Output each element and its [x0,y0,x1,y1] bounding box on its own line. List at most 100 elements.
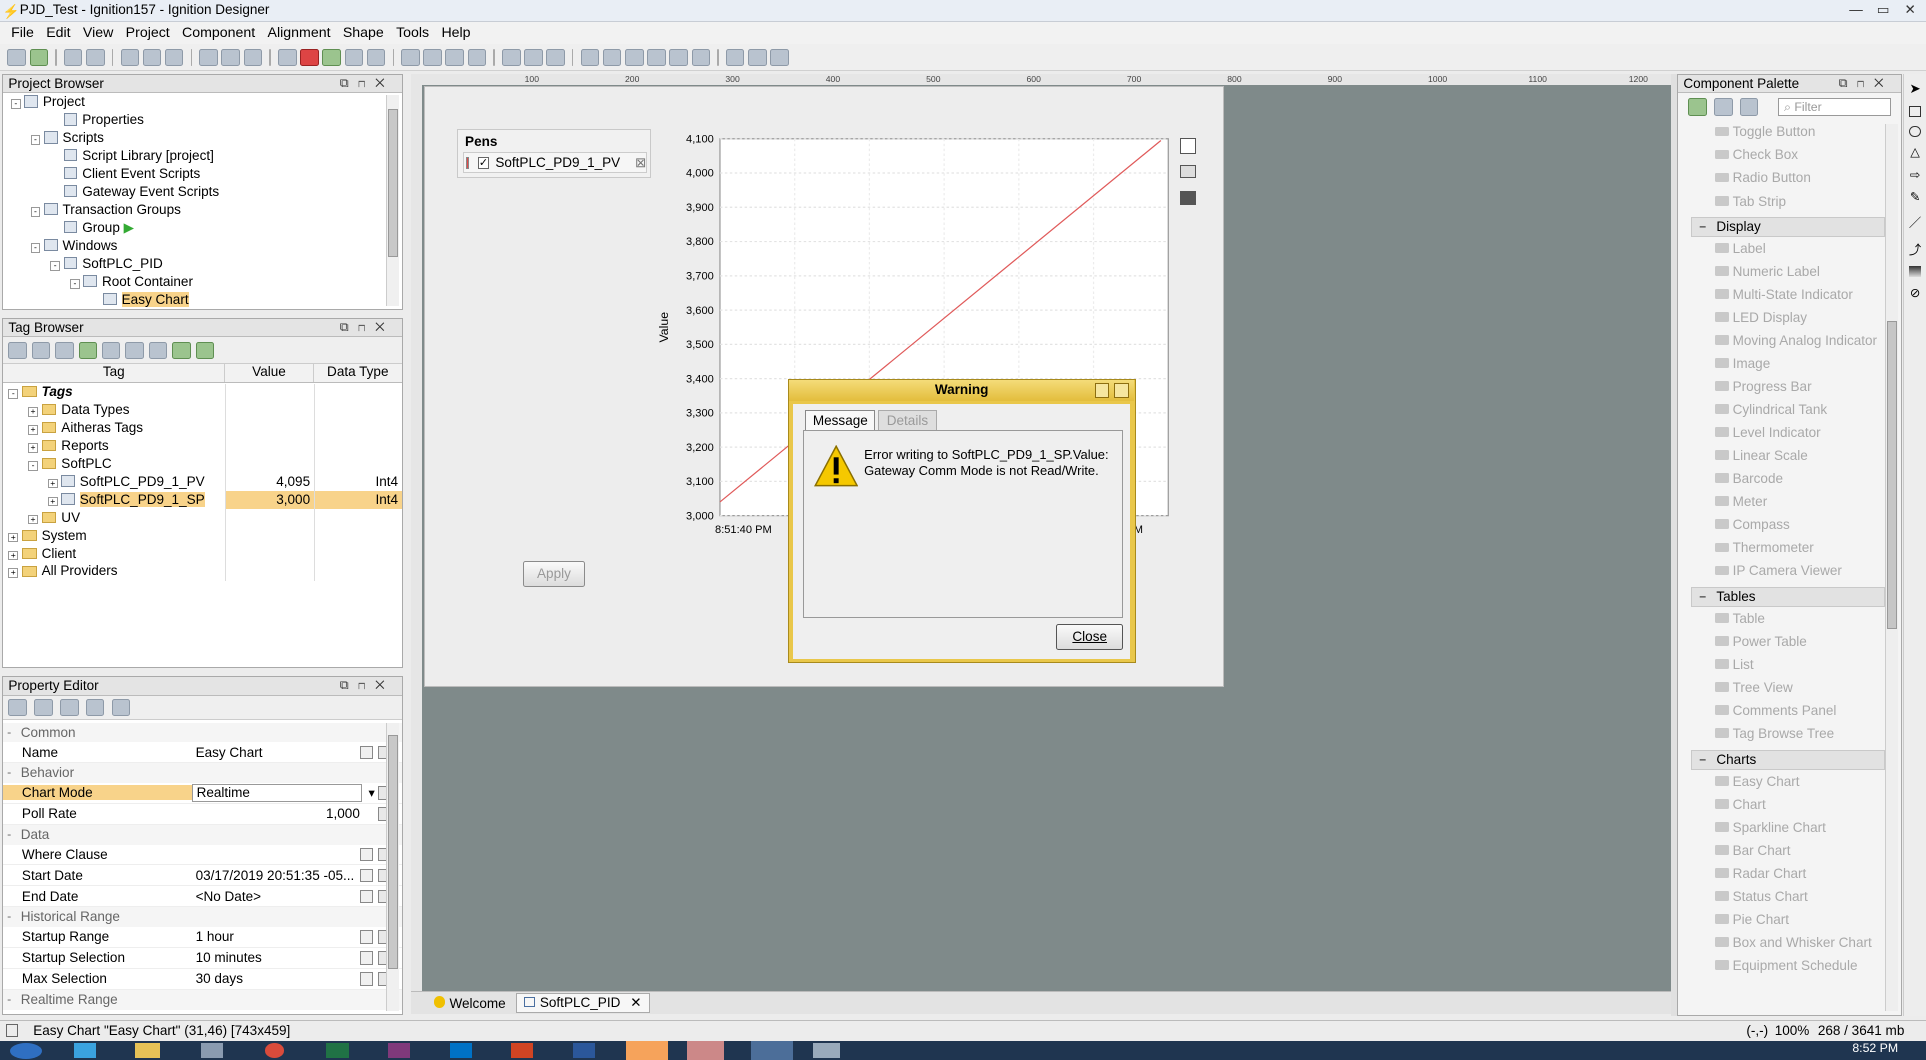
palette-item[interactable]: Sparkline Chart [1691,816,1886,839]
new-tag-icon[interactable] [78,341,98,359]
property-row[interactable]: Max Selection 30 days [3,969,402,990]
project-tree-item[interactable]: - Windows [3,237,401,255]
palette-item[interactable]: Box and Whisker Chart [1691,931,1886,954]
edit-tag-icon[interactable] [101,341,121,359]
chevron-down-icon[interactable]: ▾ [368,786,374,800]
outlook-icon[interactable] [449,1043,472,1058]
project-tree-item[interactable]: - Root Container [3,273,401,291]
property-value[interactable]: 1,000 [192,806,402,821]
palette-item[interactable]: Level Indicator [1691,421,1886,444]
palette-item[interactable]: Toggle Button [1691,120,1886,143]
project-tree-item[interactable]: Easy Chart [3,291,401,309]
arrow-tool-icon[interactable]: ⇨ [1910,168,1920,182]
media-icon[interactable] [200,1043,223,1058]
menu-alignment[interactable]: Alignment [261,25,336,41]
apply-button[interactable]: Apply [523,561,585,588]
sort-alpha-icon[interactable] [34,698,53,717]
export-icon[interactable] [195,341,214,359]
line-tool-icon[interactable]: ／ [1909,213,1921,231]
save-icon[interactable] [7,48,26,66]
palette-item[interactable]: Pie Chart [1691,908,1886,931]
property-row[interactable]: End Date <No Date> [3,886,402,908]
project-tree-item[interactable]: -Gateway Event Scripts [3,183,401,201]
palette-item[interactable]: Comments Panel [1691,699,1886,722]
reload-icon[interactable] [148,341,168,359]
paste-icon[interactable] [164,48,184,66]
pointer-tool-icon[interactable]: ➤ [1909,81,1920,97]
palette-mode-icon[interactable] [1688,98,1707,116]
tag-row[interactable]: + Reports [3,437,401,455]
tag-row[interactable]: + All Providers [3,562,401,580]
refresh-icon[interactable] [31,341,51,359]
eyedropper-tool-icon[interactable]: ⊘ [1910,286,1920,300]
zoom-chart-icon[interactable] [1179,137,1196,154]
expand-toggle-icon[interactable]: - [30,207,41,218]
property-row[interactable]: Startup Range 1 hour [3,927,402,948]
word-icon[interactable] [572,1043,595,1058]
edit-property-icon[interactable] [359,951,374,965]
panel-controls-icon[interactable]: ⧉⊓✕ [340,75,395,92]
align-bottom-icon[interactable] [691,48,711,66]
tag-row[interactable]: + System [3,527,401,545]
palette-item[interactable]: Check Box [1691,143,1886,166]
palette-item[interactable]: Meter [1691,490,1886,513]
group-icon[interactable] [344,48,363,66]
tag-row[interactable]: + Data Types [3,401,401,419]
gradient-tool-icon[interactable] [1909,266,1921,278]
window-icon[interactable] [278,48,297,66]
save-chart-icon[interactable] [1179,190,1196,206]
zoom-fit-icon[interactable] [546,48,565,66]
align-top-icon[interactable] [647,48,666,66]
tag-row[interactable]: - SoftPLC [3,455,401,473]
property-row[interactable]: Chart Mode Realtime ▾ [3,783,402,804]
ie-icon[interactable] [73,1043,97,1058]
property-row[interactable]: Startup Selection 10 minutes [3,948,402,969]
pen-visible-checkbox[interactable]: ✓ [477,156,490,169]
tag-row[interactable]: + Aitheras Tags [3,419,401,437]
project-tree-item[interactable]: - SoftPLC_PID [3,255,401,273]
preview-icon[interactable] [322,48,341,66]
palette-item[interactable]: Image [1691,352,1886,375]
project-tree-item[interactable]: -Script Library [project] [3,147,401,165]
rectangle-tool-icon[interactable] [1909,105,1921,117]
column-header-data-type[interactable]: Data Type [314,364,402,381]
comm-off-icon[interactable] [199,48,218,66]
ellipse-tool-icon[interactable] [1909,125,1921,137]
tag-row[interactable]: - Tags [3,383,401,401]
dialog-maximize-icon[interactable] [1114,382,1130,398]
customize-icon[interactable] [111,698,131,717]
expand-toggle-icon[interactable]: + [8,550,19,561]
align-center-icon[interactable] [602,48,622,66]
zoom-out-icon[interactable] [524,48,543,66]
project-tree-item[interactable]: - Scripts [3,129,401,147]
property-section[interactable]: Historical Range [3,907,402,928]
copy-icon[interactable] [142,48,162,66]
pen-remove-icon[interactable]: ⊠ [635,155,646,171]
panel-controls-icon[interactable]: ⧉⊓✕ [1839,75,1894,92]
tag-row[interactable]: + SoftPLC_PD9_1_PV 4,095 Int4 [3,473,401,491]
expand-toggle-icon[interactable]: + [28,442,38,453]
expand-toggle-icon[interactable]: + [47,496,58,507]
expand-toggle-icon[interactable]: - [10,99,21,110]
dialog-restore-icon[interactable] [1094,382,1110,398]
categorized-icon[interactable] [8,698,27,717]
select-icon[interactable] [401,48,420,66]
tab-details[interactable]: Details [877,409,937,431]
pencil-tool-icon[interactable]: ✎ [1910,190,1920,204]
project-tree-item[interactable]: -Group ▶ [3,219,401,237]
palette-item[interactable]: List [1691,653,1886,676]
palette-item[interactable]: Chart [1691,793,1886,816]
palette-item[interactable]: Cylindrical Tank [1691,398,1886,421]
expand-toggle-icon[interactable]: + [8,568,19,579]
expand-toggle-icon[interactable]: - [8,388,19,399]
expand-toggle-icon[interactable]: + [28,424,38,435]
palette-item[interactable]: Compass [1691,513,1886,536]
tag-row[interactable]: + UV [3,509,401,527]
property-row[interactable]: Poll Rate 1,000 [3,804,402,825]
edit-property-icon[interactable] [359,847,374,862]
same-height-icon[interactable] [770,48,789,66]
palette-item[interactable]: IP Camera Viewer [1691,559,1886,582]
opc-icon[interactable] [125,341,144,359]
expand-toggle-icon[interactable]: - [30,243,41,253]
palette-item[interactable]: Linear Scale [1691,444,1886,467]
